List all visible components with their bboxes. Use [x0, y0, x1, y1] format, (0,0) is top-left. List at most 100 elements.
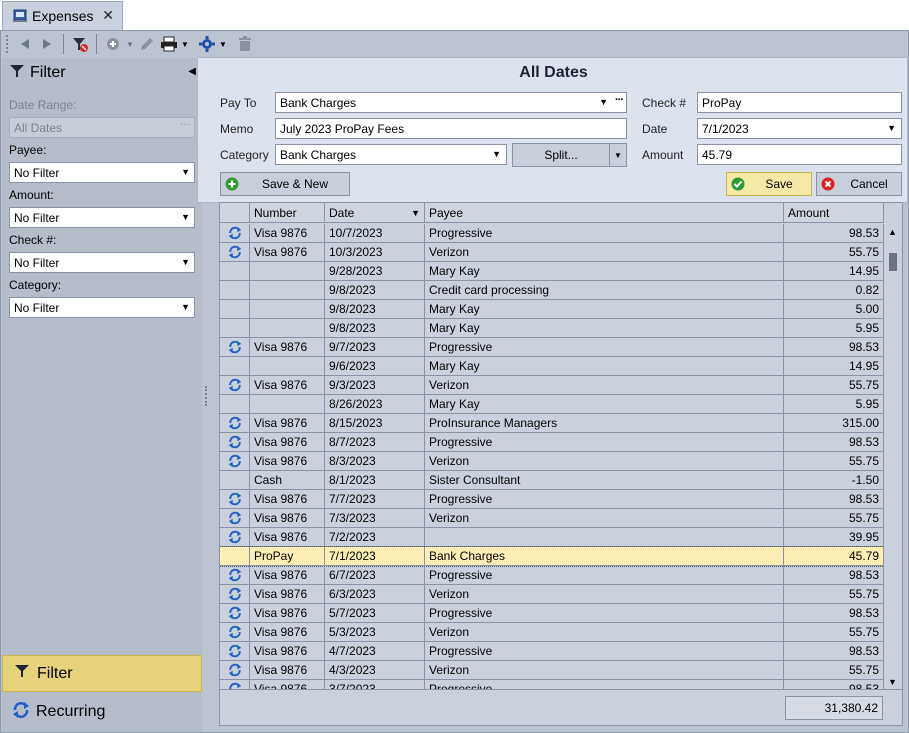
cell-amount: 5.00: [784, 300, 884, 319]
check-number-label: Check #: [642, 96, 687, 110]
table-row[interactable]: 9/6/2023 Mary Kay 14.95: [220, 357, 884, 376]
scroll-up-icon[interactable]: ▲: [888, 227, 897, 237]
table-row[interactable]: Cash 8/1/2023 Sister Consultant -1.50: [220, 471, 884, 490]
cell-amount: 98.53: [784, 566, 884, 585]
table-row[interactable]: Visa 9876 6/3/2023 Verizon 55.75: [220, 585, 884, 604]
ellipsis-icon[interactable]: ···: [615, 94, 624, 106]
cell-payee: Mary Kay: [425, 357, 784, 376]
recurring-icon: [228, 492, 242, 509]
table-row[interactable]: Visa 9876 7/7/2023 Progressive 98.53: [220, 490, 884, 509]
table-row[interactable]: Visa 9876 9/3/2023 Verizon 55.75: [220, 376, 884, 395]
row-status-cell: [220, 338, 250, 357]
amount-label: Amount: [642, 148, 684, 162]
expenses-doc-icon: [13, 9, 27, 23]
chevron-down-icon[interactable]: ▼: [599, 97, 608, 107]
amount-filter-select[interactable]: No Filter ▼: [9, 207, 195, 228]
table-row[interactable]: Visa 9876 10/3/2023 Verizon 55.75: [220, 243, 884, 262]
payee-filter-value: No Filter: [14, 166, 60, 180]
table-row[interactable]: Visa 9876 8/3/2023 Verizon 55.75: [220, 452, 884, 471]
recurring-icon: [228, 568, 242, 585]
cell-payee: Verizon: [425, 509, 784, 528]
amount-field[interactable]: 45.79: [697, 144, 902, 165]
table-row[interactable]: Visa 9876 8/7/2023 Progressive 98.53: [220, 433, 884, 452]
clear-filter-icon[interactable]: [69, 33, 91, 55]
close-tab-icon[interactable]: ✕: [102, 7, 114, 24]
cancel-button[interactable]: Cancel: [816, 172, 902, 196]
column-header-date[interactable]: Date ▼: [325, 203, 425, 223]
table-row[interactable]: Visa 9876 8/15/2023 ProInsurance Managers 3…: [220, 414, 884, 433]
table-row[interactable]: Visa 9876 4/7/2023 Progressive 98.53: [220, 642, 884, 661]
panel-splitter[interactable]: [205, 386, 211, 406]
filter-panel: Filter ◀ Date Range: All Dates ··· Payee…: [2, 58, 202, 732]
amount-value: 45.79: [702, 148, 733, 162]
filter-nav-button[interactable]: Filter: [2, 655, 202, 692]
table-row[interactable]: ProPay 7/1/2023 Bank Charges 45.79: [220, 546, 885, 567]
cell-amount: 55.75: [784, 452, 884, 471]
forward-icon[interactable]: [36, 33, 58, 55]
pay-to-field[interactable]: Bank Charges ▼ ···: [275, 92, 627, 113]
recurring-nav-button[interactable]: Recurring: [2, 694, 202, 730]
category-filter-select[interactable]: No Filter ▼: [9, 297, 195, 318]
cell-number: Visa 9876: [250, 528, 325, 547]
cell-payee: [425, 528, 784, 547]
date-picker[interactable]: 7/1/2023 ▼: [697, 118, 902, 139]
table-row[interactable]: Visa 9876 7/3/2023 Verizon 55.75: [220, 509, 884, 528]
save-new-button[interactable]: Save & New: [220, 172, 350, 196]
memo-value: July 2023 ProPay Fees: [280, 122, 405, 136]
table-row[interactable]: 9/8/2023 Mary Kay 5.95: [220, 319, 884, 338]
recurring-icon: [228, 435, 242, 452]
check-filter-select[interactable]: No Filter ▼: [9, 252, 195, 273]
split-dropdown-button[interactable]: ▼: [609, 143, 627, 167]
payee-filter-select[interactable]: No Filter ▼: [9, 162, 195, 183]
table-row[interactable]: 9/8/2023 Credit card processing 0.82: [220, 281, 884, 300]
column-header-amount[interactable]: Amount: [784, 203, 884, 223]
table-row[interactable]: Visa 9876 6/7/2023 Progressive 98.53: [220, 566, 884, 585]
add-dropdown-chevron-icon[interactable]: ▼: [124, 33, 136, 55]
row-status-cell: [220, 395, 250, 414]
cell-number: Visa 9876: [250, 604, 325, 623]
toolbar-separator: [63, 34, 64, 54]
scroll-down-icon[interactable]: ▼: [888, 677, 897, 687]
column-header-payee[interactable]: Payee: [425, 203, 784, 223]
memo-field[interactable]: July 2023 ProPay Fees: [275, 118, 627, 139]
table-row[interactable]: Visa 9876 7/2/2023 39.95: [220, 528, 884, 547]
edit-icon[interactable]: [136, 33, 158, 55]
cell-amount: 55.75: [784, 661, 884, 680]
table-row[interactable]: Visa 9876 9/7/2023 Progressive 98.53: [220, 338, 884, 357]
delete-icon[interactable]: [234, 33, 256, 55]
table-row[interactable]: 9/8/2023 Mary Kay 5.00: [220, 300, 884, 319]
print-icon[interactable]: [158, 33, 180, 55]
table-row[interactable]: Visa 9876 5/3/2023 Verizon 55.75: [220, 623, 884, 642]
print-dropdown-chevron-icon[interactable]: ▼: [180, 33, 190, 55]
check-number-field[interactable]: ProPay: [697, 92, 902, 113]
table-row[interactable]: Visa 9876 10/7/2023 Progressive 98.53: [220, 224, 884, 243]
cell-amount: 98.53: [784, 224, 884, 243]
cell-amount: -1.50: [784, 471, 884, 490]
table-row[interactable]: Visa 9876 5/7/2023 Progressive 98.53: [220, 604, 884, 623]
settings-dropdown-chevron-icon[interactable]: ▼: [218, 33, 228, 55]
date-range-label: Date Range:: [9, 98, 77, 112]
split-button[interactable]: Split...: [512, 143, 610, 167]
table-row[interactable]: 9/28/2023 Mary Kay 14.95: [220, 262, 884, 281]
cell-date: 9/3/2023: [325, 376, 425, 395]
cell-payee: Verizon: [425, 243, 784, 262]
save-label: Save: [765, 177, 793, 191]
cell-date: 9/6/2023: [325, 357, 425, 376]
collapse-panel-icon[interactable]: ◀: [188, 66, 196, 77]
save-button[interactable]: Save: [726, 172, 812, 196]
scrollbar-thumb[interactable]: [889, 253, 897, 271]
cell-payee: Verizon: [425, 661, 784, 680]
tab-expenses[interactable]: Expenses ✕: [2, 1, 123, 30]
toolbar-grip[interactable]: [6, 35, 10, 53]
column-header-status[interactable]: [220, 203, 250, 223]
vertical-scrollbar[interactable]: ▲ ▼: [884, 223, 902, 689]
back-icon[interactable]: [14, 33, 36, 55]
column-header-number[interactable]: Number: [250, 203, 325, 223]
category-select[interactable]: Bank Charges ▼: [275, 144, 507, 165]
cell-payee: Sister Consultant: [425, 471, 784, 490]
table-row[interactable]: Visa 9876 4/3/2023 Verizon 55.75: [220, 661, 884, 680]
add-icon[interactable]: [102, 33, 124, 55]
settings-icon[interactable]: [196, 33, 218, 55]
table-row[interactable]: 8/26/2023 Mary Kay 5.95: [220, 395, 884, 414]
split-button-label: Split...: [544, 148, 578, 162]
